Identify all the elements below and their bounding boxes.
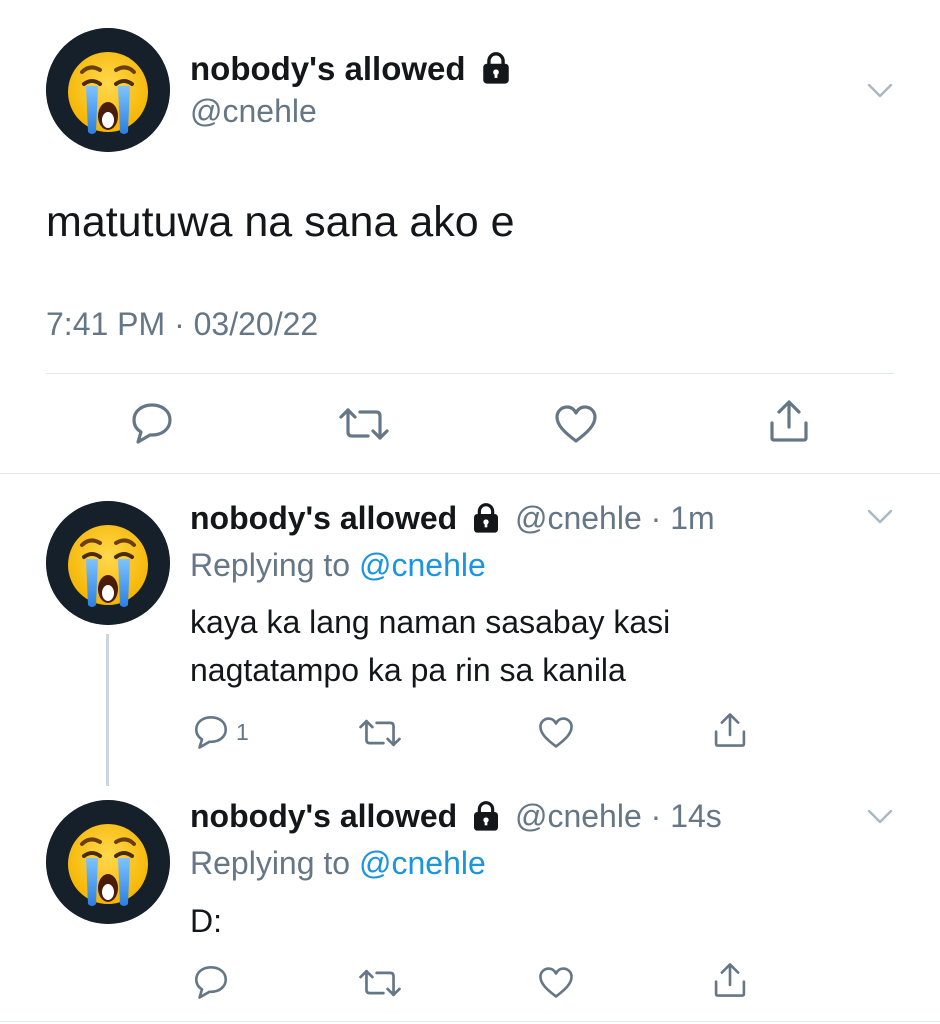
share-icon[interactable] (712, 712, 748, 748)
handle-time[interactable]: @cnehle · 14s (515, 798, 722, 834)
lock-icon (470, 800, 502, 832)
heart-icon[interactable] (554, 404, 598, 444)
divider (46, 373, 894, 374)
loudly-crying-face-icon (46, 501, 170, 625)
retweet-icon[interactable] (358, 966, 402, 1000)
share-icon[interactable] (712, 962, 748, 998)
reply-icon[interactable] (130, 401, 174, 445)
thread-line (106, 634, 109, 786)
display-name[interactable]: nobody's allowed (190, 798, 457, 834)
divider (0, 473, 940, 474)
display-name[interactable]: nobody's allowed (190, 50, 513, 88)
timestamp[interactable]: 7:41 PM · 03/20/22 (46, 306, 318, 343)
replying-to-prefix: Replying to (190, 845, 351, 881)
replying-to-link[interactable]: @cnehle (359, 845, 486, 881)
handle[interactable]: @cnehle (190, 93, 317, 130)
reply-text-line: kaya ka lang naman sasabay kasi (190, 604, 671, 640)
retweet-icon[interactable] (358, 716, 402, 750)
reply-header: nobody's allowed @cnehle · 14s (190, 798, 722, 835)
reply-icon[interactable] (193, 964, 229, 1000)
replying-to: Replying to @cnehle (190, 845, 486, 882)
reply-count: 1 (236, 719, 249, 745)
loudly-crying-face-icon (46, 28, 170, 152)
display-name-text: nobody's allowed (190, 50, 466, 87)
reply-text-line: nagtatampo ka pa rin sa kanila (190, 652, 626, 688)
retweet-icon[interactable] (338, 404, 390, 444)
reply-text-line: D: (190, 903, 222, 939)
replying-to-prefix: Replying to (190, 547, 351, 583)
reply-icon[interactable] (193, 714, 229, 750)
avatar[interactable] (46, 800, 170, 924)
share-icon[interactable] (767, 399, 811, 443)
avatar[interactable] (46, 501, 170, 625)
loudly-crying-face-icon (46, 800, 170, 924)
handle-time[interactable]: @cnehle · 1m (515, 500, 715, 536)
lock-icon (470, 502, 502, 534)
display-name[interactable]: nobody's allowed (190, 500, 457, 536)
avatar[interactable] (46, 28, 170, 152)
chevron-down-icon[interactable] (866, 508, 894, 526)
tweet-text: matutuwa na sana ako e (46, 198, 515, 246)
chevron-down-icon[interactable] (866, 82, 894, 100)
heart-icon[interactable] (538, 716, 574, 749)
replying-to: Replying to @cnehle (190, 547, 486, 584)
heart-icon[interactable] (538, 966, 574, 999)
replying-to-link[interactable]: @cnehle (359, 547, 486, 583)
chevron-down-icon[interactable] (866, 808, 894, 826)
divider (0, 1021, 940, 1022)
lock-icon (479, 51, 513, 85)
reply-header: nobody's allowed @cnehle · 1m (190, 500, 715, 537)
